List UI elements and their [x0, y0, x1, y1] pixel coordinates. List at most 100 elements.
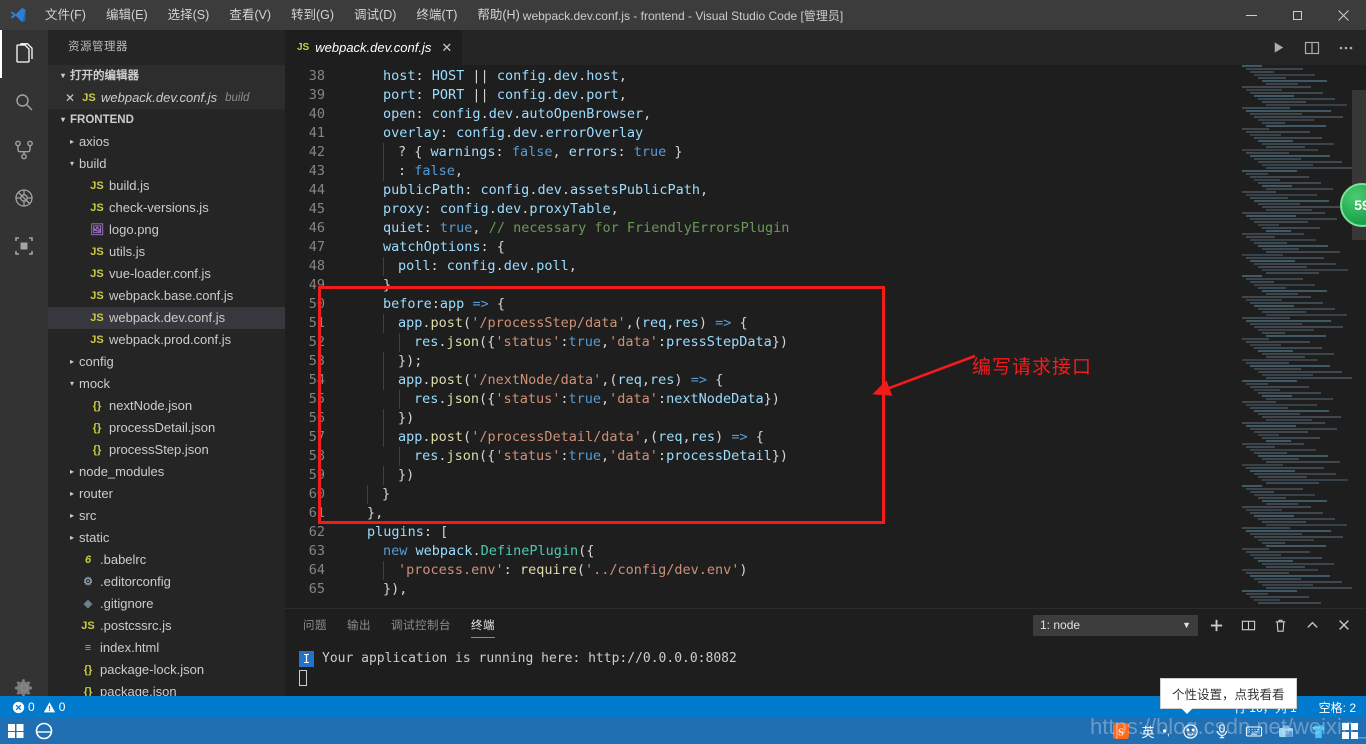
tree-item-vue-loader-conf-js[interactable]: JS vue-loader.conf.js [48, 263, 285, 285]
tree-item-processstep-json[interactable]: {} processStep.json [48, 439, 285, 461]
code-line[interactable]: res.json({'status':true,'data':nextNodeD… [351, 390, 1366, 409]
toolbox-icon[interactable] [1274, 719, 1298, 743]
tree-item-webpack-dev-conf-js[interactable]: JS webpack.dev.conf.js [48, 307, 285, 329]
tree-item-node-modules[interactable]: ▸ node_modules [48, 461, 285, 483]
menu-terminal[interactable]: 终端(T) [406, 0, 467, 30]
tree-item-static[interactable]: ▸ static [48, 527, 285, 549]
menu-file[interactable]: 文件(F) [35, 0, 96, 30]
tree-item-logo-png[interactable]: 🖼 logo.png [48, 219, 285, 241]
tree-item-router[interactable]: ▸ router [48, 483, 285, 505]
code-line[interactable]: res.json({'status':true,'data':processDe… [351, 447, 1366, 466]
windows-start-icon[interactable] [4, 719, 28, 743]
close-icon[interactable]: ✕ [441, 40, 452, 56]
tree-item-build[interactable]: ▾ build [48, 153, 285, 175]
menu-selection[interactable]: 选择(S) [158, 0, 220, 30]
code-line[interactable]: } [351, 276, 1366, 295]
explorer-icon[interactable] [0, 30, 48, 78]
show-desktop-icon[interactable] [1338, 719, 1362, 743]
editor-scrollbar[interactable] [1352, 65, 1366, 608]
status-errors-warnings[interactable]: 0 0 [8, 700, 69, 714]
code-line[interactable]: res.json({'status':true,'data':pressStep… [351, 333, 1366, 352]
extensions-icon[interactable] [0, 222, 48, 270]
more-actions-icon[interactable] [1330, 30, 1362, 65]
code-content[interactable]: host: HOST || config.dev.host, port: PORT… [347, 65, 1366, 608]
code-line[interactable]: }), [351, 580, 1366, 599]
minimize-button[interactable] [1228, 0, 1274, 30]
ime-language-label[interactable]: 英 [1141, 722, 1154, 741]
tree-item-webpack-prod-conf-js[interactable]: JS webpack.prod.conf.js [48, 329, 285, 351]
tab-problems[interactable]: 问题 [303, 609, 327, 641]
code-editor[interactable]: 38 39 40 41 42 43 44 45 46 47 48 49 50 51 52 53 54 55 56 57… [285, 65, 1366, 608]
code-line[interactable]: port: PORT || config.dev.port, [351, 86, 1366, 105]
tree-item-config[interactable]: ▸ config [48, 351, 285, 373]
tree-item--gitignore[interactable]: ◆ .gitignore [48, 593, 285, 615]
keyboard-icon[interactable] [1242, 719, 1266, 743]
close-panel-icon[interactable] [1330, 611, 1358, 639]
ie-browser-icon[interactable] [32, 719, 56, 743]
menu-edit[interactable]: 编辑(E) [96, 0, 158, 30]
menu-help[interactable]: 帮助(H) [467, 0, 529, 30]
close-button[interactable] [1320, 0, 1366, 30]
code-line[interactable]: plugins: [ [351, 523, 1366, 542]
tab-debug-console[interactable]: 调试控制台 [391, 609, 451, 641]
code-line[interactable]: proxy: config.dev.proxyTable, [351, 200, 1366, 219]
tree-item--babelrc[interactable]: 6 .babelrc [48, 549, 285, 571]
tree-item--editorconfig[interactable]: ⚙ .editorconfig [48, 571, 285, 593]
tree-item-index-html[interactable]: ≡ index.html [48, 637, 285, 659]
code-line[interactable]: publicPath: config.dev.assetsPublicPath, [351, 181, 1366, 200]
code-line[interactable]: : false, [351, 162, 1366, 181]
code-line[interactable]: ? { warnings: false, errors: true } [351, 143, 1366, 162]
project-header[interactable]: ▾ FRONTEND [48, 109, 285, 131]
tree-item-package-lock-json[interactable]: {} package-lock.json [48, 659, 285, 681]
code-line[interactable]: }) [351, 409, 1366, 428]
tree-item-axios[interactable]: ▸ axios [48, 131, 285, 153]
debug-icon[interactable] [0, 174, 48, 222]
tree-item-webpack-base-conf-js[interactable]: JS webpack.base.conf.js [48, 285, 285, 307]
source-control-icon[interactable] [0, 126, 48, 174]
status-indentation[interactable]: 空格: 2 [1315, 699, 1360, 716]
minimap[interactable] [1242, 65, 1352, 608]
tree-item-src[interactable]: ▸ src [48, 505, 285, 527]
code-line[interactable]: before:app => { [351, 295, 1366, 314]
kill-terminal-icon[interactable] [1266, 611, 1294, 639]
open-editors-header[interactable]: ▾ 打开的编辑器 [48, 65, 285, 87]
code-line[interactable]: app.post('/nextNode/data',(req,res) => { [351, 371, 1366, 390]
new-terminal-icon[interactable] [1202, 611, 1230, 639]
menu-debug[interactable]: 调试(D) [344, 0, 406, 30]
code-line[interactable]: 'process.env': require('../config/dev.en… [351, 561, 1366, 580]
menu-go[interactable]: 转到(G) [281, 0, 344, 30]
code-line[interactable]: host: HOST || config.dev.host, [351, 67, 1366, 86]
maximize-button[interactable] [1274, 0, 1320, 30]
tree-item-utils-js[interactable]: JS utils.js [48, 241, 285, 263]
tree-item-nextnode-json[interactable]: {} nextNode.json [48, 395, 285, 417]
search-icon[interactable] [0, 78, 48, 126]
tree-item-mock[interactable]: ▾ mock [48, 373, 285, 395]
code-line[interactable]: overlay: config.dev.errorOverlay [351, 124, 1366, 143]
code-line[interactable]: }, [351, 504, 1366, 523]
tree-item--postcssrc-js[interactable]: JS .postcssrc.js [48, 615, 285, 637]
code-line[interactable]: }) [351, 466, 1366, 485]
menu-view[interactable]: 查看(V) [219, 0, 281, 30]
tab-output[interactable]: 输出 [347, 609, 371, 641]
tree-item-build-js[interactable]: JS build.js [48, 175, 285, 197]
close-icon[interactable]: ✕ [60, 87, 80, 109]
code-line[interactable]: watchOptions: { [351, 238, 1366, 257]
split-terminal-icon[interactable] [1234, 611, 1262, 639]
ime-punctuation-label[interactable]: •, [1162, 724, 1170, 738]
run-icon[interactable] [1262, 30, 1294, 65]
code-line[interactable]: new webpack.DefinePlugin({ [351, 542, 1366, 561]
code-line[interactable]: poll: config.dev.poll, [351, 257, 1366, 276]
maximize-panel-icon[interactable] [1298, 611, 1326, 639]
code-line[interactable]: } [351, 485, 1366, 504]
microphone-icon[interactable] [1210, 719, 1234, 743]
tree-item-processdetail-json[interactable]: {} processDetail.json [48, 417, 285, 439]
editor-tab-webpack-dev-conf[interactable]: JS webpack.dev.conf.js ✕ [285, 30, 464, 65]
code-line[interactable]: app.post('/processDetail/data',(req,res)… [351, 428, 1366, 447]
emoji-icon[interactable] [1178, 719, 1202, 743]
tree-item-check-versions-js[interactable]: JS check-versions.js [48, 197, 285, 219]
terminal-selector[interactable]: 1: node ▼ [1033, 614, 1198, 636]
code-line[interactable]: app.post('/processStep/data',(req,res) =… [351, 314, 1366, 333]
code-line[interactable]: }); [351, 352, 1366, 371]
split-editor-icon[interactable] [1296, 30, 1328, 65]
sogou-ime-icon[interactable]: S [1109, 719, 1133, 743]
